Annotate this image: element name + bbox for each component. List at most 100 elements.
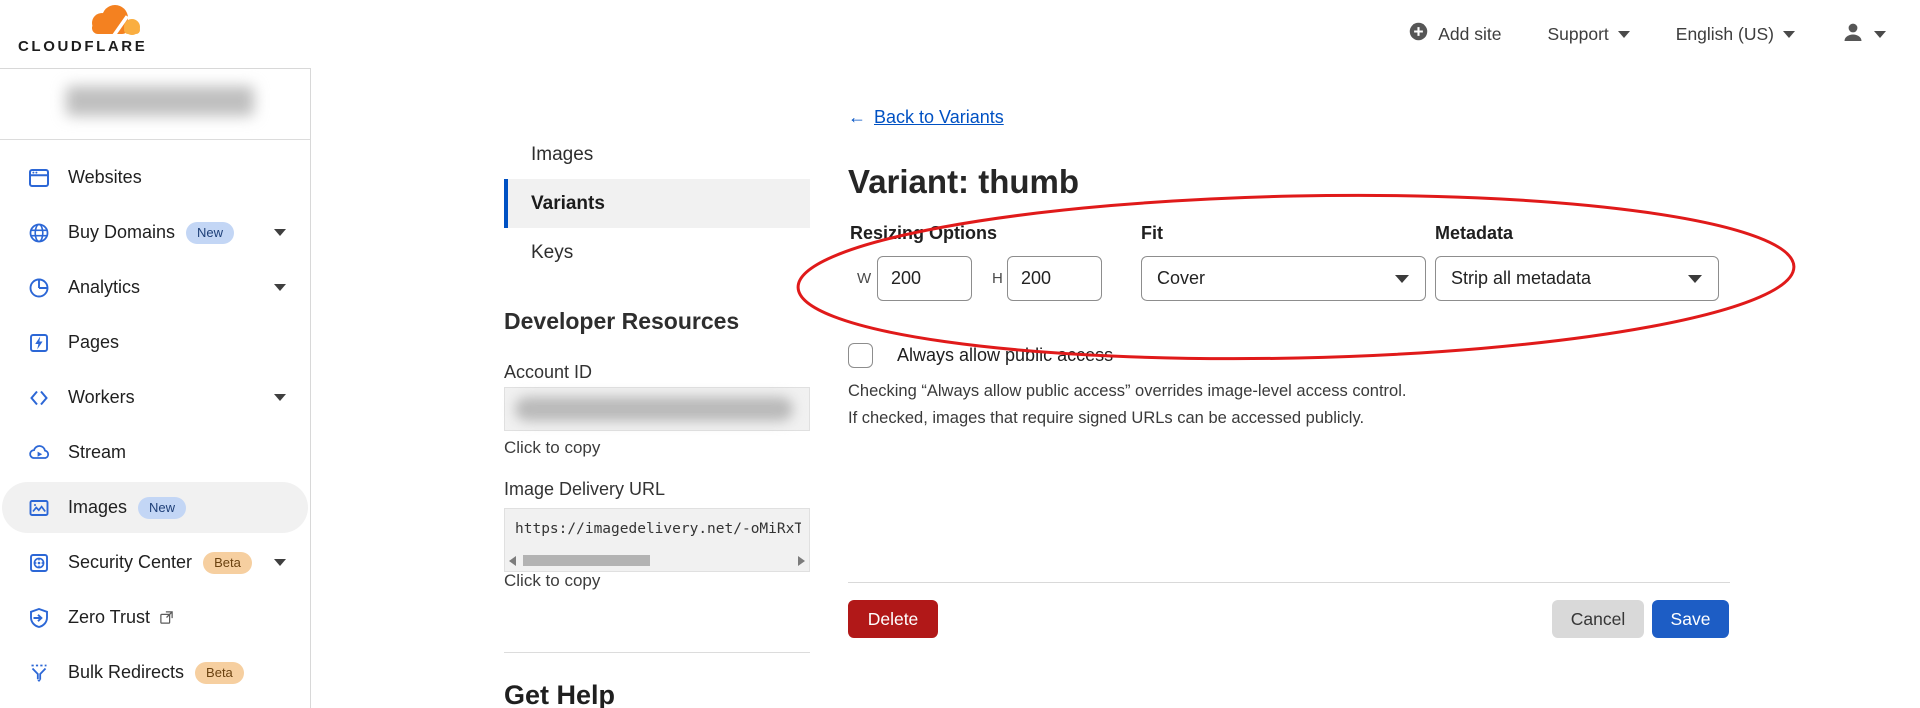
sidebar-item-label: Buy Domains [68, 222, 175, 243]
url-copy-hint[interactable]: Click to copy [504, 571, 600, 591]
top-bar-actions: Add site Support English (US) [1408, 0, 1886, 68]
sidebar-item-label: Pages [68, 332, 119, 353]
chevron-down-icon [1783, 31, 1795, 38]
sidebar-item-label: Analytics [68, 277, 140, 298]
globe-icon [27, 221, 51, 245]
fit-select[interactable]: Cover [1141, 256, 1426, 301]
sidebar-item-pages[interactable]: Pages [0, 315, 310, 370]
account-name-row[interactable] [0, 69, 310, 140]
back-to-variants-link[interactable]: ← Back to Variants [848, 107, 1004, 128]
sidebar-item-websites[interactable]: Websites [0, 150, 310, 205]
save-button[interactable]: Save [1652, 600, 1729, 638]
subnav-item-label: Images [531, 144, 593, 166]
get-help-heading: Get Help [504, 680, 615, 708]
sidebar-item-zero-trust[interactable]: Zero Trust [0, 590, 310, 645]
fit-selected-value: Cover [1157, 268, 1205, 289]
middle-column-divider [504, 652, 810, 653]
sidebar-item-workers[interactable]: Workers [0, 370, 310, 425]
subnav-item-label: Variants [531, 193, 605, 215]
sidebar-item-analytics[interactable]: Analytics [0, 260, 310, 315]
height-input[interactable] [1007, 256, 1102, 301]
chevron-down-icon [1395, 275, 1409, 283]
account-id-redacted [515, 397, 793, 421]
metadata-label: Metadata [1435, 223, 1513, 244]
delete-button[interactable]: Delete [848, 600, 938, 638]
sidebar-item-stream[interactable]: Stream [0, 425, 310, 480]
height-label: H [992, 270, 1003, 287]
account-id-label: Account ID [504, 362, 592, 383]
sidebar-item-security-center[interactable]: Security Center Beta [0, 535, 310, 590]
top-bar: CLOUDFLARE Add site Support English (US) [0, 0, 1920, 68]
chevron-down-icon[interactable] [274, 229, 286, 236]
cloudflare-wordmark: CLOUDFLARE [18, 38, 147, 55]
subnav-item-keys[interactable]: Keys [504, 228, 810, 277]
subnav-item-variants[interactable]: Variants [504, 179, 810, 228]
browser-window-icon [27, 166, 51, 190]
new-badge: New [186, 222, 234, 244]
sidebar-nav: Websites Buy Domains New Analytics Pages [0, 150, 310, 700]
sidebar-right-divider [310, 68, 311, 708]
page-title: Variant: thumb [848, 163, 1079, 201]
stream-cloud-play-icon [27, 441, 51, 465]
language-menu[interactable]: English (US) [1676, 24, 1795, 45]
back-link-label: Back to Variants [874, 107, 1004, 128]
developer-resources-heading: Developer Resources [504, 308, 739, 335]
width-input[interactable] [877, 256, 972, 301]
chevron-down-icon[interactable] [274, 394, 286, 401]
image-delivery-url-label: Image Delivery URL [504, 479, 665, 500]
chevron-down-icon [1688, 275, 1702, 283]
metadata-select[interactable]: Strip all metadata [1435, 256, 1719, 301]
resizing-options-label: Resizing Options [850, 223, 997, 244]
cloudflare-dashboard: CLOUDFLARE Add site Support English (US) [0, 0, 1920, 708]
support-label: Support [1547, 24, 1608, 45]
account-id-box[interactable] [504, 387, 810, 431]
external-link-icon [159, 610, 174, 625]
note-line-2: If checked, images that require signed U… [848, 405, 1406, 432]
funnel-icon [27, 661, 51, 685]
note-line-1: Checking “Always allow public access” ov… [848, 378, 1406, 405]
metadata-selected-value: Strip all metadata [1451, 268, 1591, 289]
sidebar-item-label: Websites [68, 167, 142, 188]
beta-badge: Beta [195, 662, 244, 684]
user-icon [1841, 20, 1865, 49]
horizontal-scrollbar[interactable] [509, 554, 805, 567]
cloudflare-logo[interactable]: CLOUDFLARE [18, 2, 153, 58]
sidebar-item-label: Stream [68, 442, 126, 463]
sidebar-item-label: Workers [68, 387, 135, 408]
form-footer-divider [848, 582, 1730, 583]
account-menu[interactable] [1841, 20, 1886, 49]
width-label: W [857, 270, 871, 287]
sidebar-item-label: Bulk Redirects [68, 662, 184, 683]
sidebar-item-label: Zero Trust [68, 607, 150, 628]
always-allow-public-access-checkbox[interactable] [848, 343, 873, 368]
support-menu[interactable]: Support [1547, 24, 1629, 45]
sidebar-item-label: Images [68, 497, 127, 518]
scroll-left-arrow-icon[interactable] [509, 556, 516, 566]
sidebar-item-label: Security Center [68, 552, 192, 573]
subnav-item-images[interactable]: Images [504, 130, 810, 179]
shield-arrow-icon [27, 606, 51, 630]
image-delivery-url-value: https://imagedelivery.net/-oMiRxTr [515, 521, 801, 537]
public-access-checkbox-label: Always allow public access [897, 345, 1113, 366]
image-delivery-url-box[interactable]: https://imagedelivery.net/-oMiRxTr [504, 508, 810, 572]
sidebar-item-bulk-redirects[interactable]: Bulk Redirects Beta [0, 645, 310, 700]
public-access-note: Checking “Always allow public access” ov… [848, 378, 1406, 432]
add-site-label: Add site [1438, 24, 1501, 45]
chevron-down-icon[interactable] [274, 559, 286, 566]
pie-chart-icon [27, 276, 51, 300]
scroll-right-arrow-icon[interactable] [798, 556, 805, 566]
language-label: English (US) [1676, 24, 1774, 45]
sidebar-item-buy-domains[interactable]: Buy Domains New [0, 205, 310, 260]
account-name-redacted [66, 86, 254, 116]
scrollbar-thumb[interactable] [523, 555, 650, 566]
chevron-down-icon[interactable] [274, 284, 286, 291]
chevron-down-icon [1874, 31, 1886, 38]
sidebar-item-images[interactable]: Images New [0, 480, 310, 535]
fit-label: Fit [1141, 223, 1163, 244]
cancel-button[interactable]: Cancel [1552, 600, 1644, 638]
security-center-icon [27, 551, 51, 575]
account-id-copy-hint[interactable]: Click to copy [504, 438, 600, 458]
add-site-button[interactable]: Add site [1408, 21, 1501, 47]
chevron-down-icon [1618, 31, 1630, 38]
back-arrow-icon: ← [848, 107, 866, 128]
